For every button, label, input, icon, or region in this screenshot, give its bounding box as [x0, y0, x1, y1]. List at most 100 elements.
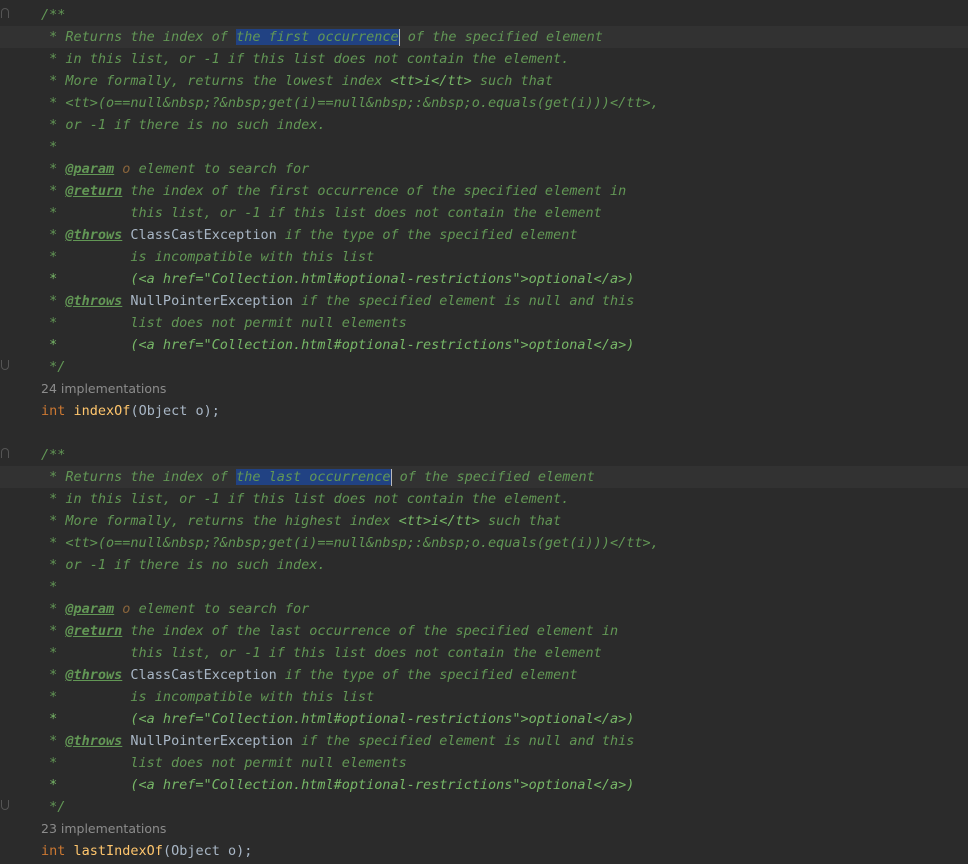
javadoc-text: the index of the last occurrence of the …	[122, 623, 619, 639]
javadoc-param-tag[interactable]: @param	[65, 161, 114, 177]
javadoc-line[interactable]: * @param o element to search for	[0, 158, 968, 180]
javadoc-line[interactable]: * this list, or -1 if this list does not…	[0, 642, 968, 664]
javadoc-text: * this list, or -1 if this list does not…	[41, 645, 602, 661]
javadoc-return-tag[interactable]: @return	[65, 183, 122, 199]
method-name[interactable]: lastIndexOf	[74, 843, 163, 859]
method-name[interactable]: indexOf	[74, 403, 131, 419]
method-signature[interactable]: int lastIndexOf(Object o);	[41, 840, 252, 862]
javadoc-text: * or -1 if there is no such index.	[41, 117, 326, 133]
javadoc-text: *	[41, 623, 66, 639]
javadoc-text: *	[41, 667, 66, 683]
method-params: (Object o);	[162, 843, 253, 859]
javadoc-line[interactable]: * Returns the index of the first occurre…	[0, 26, 968, 48]
javadoc-line[interactable]: * @return the index of the last occurren…	[0, 620, 968, 642]
javadoc-line[interactable]: * is incompatible with this list	[0, 246, 968, 268]
javadoc-throws-tag[interactable]: @throws	[65, 293, 122, 309]
javadoc-throws-tag[interactable]: @throws	[65, 667, 122, 683]
javadoc-html-link: * (<a href="Collection.html#optional-res…	[41, 711, 635, 727]
javadoc-text: if the type of the specified element	[276, 667, 578, 683]
javadoc-text: * is incompatible with this list	[41, 689, 375, 705]
exception-class-link[interactable]: ClassCastException	[122, 667, 276, 683]
javadoc-text: of the specified element	[399, 29, 603, 45]
javadoc-text: * this list, or -1 if this list does not…	[41, 205, 602, 221]
javadoc-line[interactable]: * this list, or -1 if this list does not…	[0, 202, 968, 224]
javadoc-text: such that	[471, 73, 554, 89]
javadoc-text: the index of the first occurrence of the…	[122, 183, 627, 199]
param-name: o	[114, 601, 131, 617]
javadoc-text: element to search for	[130, 161, 310, 177]
javadoc-text: *	[41, 139, 58, 155]
javadoc-line[interactable]: * in this list, or -1 if this list does …	[0, 488, 968, 510]
javadoc-line[interactable]: *	[0, 136, 968, 158]
javadoc-line[interactable]: * <tt>(o==null&nbsp;?&nbsp;get(i)==null&…	[0, 92, 968, 114]
html-tag: <tt>i</tt>	[390, 73, 472, 89]
javadoc-text: element to search for	[130, 601, 310, 617]
javadoc-line[interactable]: * @throws ClassCastException if the type…	[0, 664, 968, 686]
javadoc-line[interactable]: * @param o element to search for	[0, 598, 968, 620]
javadoc-line[interactable]: * More formally, returns the highest ind…	[0, 510, 968, 532]
javadoc-text: * in this list, or -1 if this list does …	[41, 51, 570, 67]
javadoc-line[interactable]: * (<a href="Collection.html#optional-res…	[0, 268, 968, 290]
javadoc-line[interactable]: * @throws NullPointerException if the sp…	[0, 730, 968, 752]
javadoc-line[interactable]: /**	[0, 4, 968, 26]
javadoc-line[interactable]: * @throws NullPointerException if the sp…	[0, 290, 968, 312]
javadoc-line[interactable]: /**	[0, 444, 968, 466]
javadoc-line[interactable]: * <tt>(o==null&nbsp;?&nbsp;get(i)==null&…	[0, 532, 968, 554]
method-signature[interactable]: int indexOf(Object o);	[41, 400, 220, 422]
exception-class-link[interactable]: NullPointerException	[122, 293, 293, 309]
javadoc-line[interactable]: * (<a href="Collection.html#optional-res…	[0, 334, 968, 356]
javadoc-line[interactable]: * (<a href="Collection.html#optional-res…	[0, 708, 968, 730]
exception-class-link[interactable]: NullPointerException	[122, 733, 293, 749]
javadoc-html-link: * (<a href="Collection.html#optional-res…	[41, 271, 635, 287]
javadoc-line[interactable]: * or -1 if there is no such index.	[0, 114, 968, 136]
javadoc-text: *	[41, 161, 66, 177]
javadoc-html-link: * (<a href="Collection.html#optional-res…	[41, 777, 635, 793]
javadoc-line[interactable]: * @return the index of the first occurre…	[0, 180, 968, 202]
javadoc-line[interactable]: * @throws ClassCastException if the type…	[0, 224, 968, 246]
javadoc-text: * More formally, returns the lowest inde…	[41, 73, 391, 89]
javadoc-text: of the specified element	[391, 469, 595, 485]
selected-text[interactable]: the first occurrence	[236, 29, 399, 45]
javadoc-line[interactable]: * is incompatible with this list	[0, 686, 968, 708]
javadoc-text: * list does not permit null elements	[41, 755, 407, 771]
code-editor[interactable]: /** * Returns the index of the first occ…	[0, 0, 968, 864]
javadoc-text: if the specified element is null and thi…	[292, 733, 635, 749]
implementations-hint[interactable]: 23 implementations	[41, 818, 166, 840]
implementations-hint[interactable]: 24 implementations	[41, 378, 166, 400]
javadoc-line[interactable]: * list does not permit null elements	[0, 752, 968, 774]
javadoc-text: if the type of the specified element	[276, 227, 578, 243]
javadoc-throws-tag[interactable]: @throws	[65, 733, 122, 749]
html-tag: <tt>i</tt>	[398, 513, 480, 529]
javadoc-text: if the specified element is null and thi…	[292, 293, 635, 309]
javadoc-text: *	[41, 293, 66, 309]
javadoc-text: *	[41, 579, 58, 595]
exception-class-link[interactable]: ClassCastException	[122, 227, 276, 243]
javadoc-line[interactable]: */	[0, 796, 968, 818]
param-name: o	[114, 161, 131, 177]
javadoc-throws-tag[interactable]: @throws	[65, 227, 122, 243]
selected-text[interactable]: the last occurrence	[236, 469, 391, 485]
javadoc-text: *	[41, 227, 66, 243]
javadoc-text: * Returns the index of	[41, 29, 237, 45]
javadoc-text: such that	[479, 513, 562, 529]
javadoc-return-tag[interactable]: @return	[65, 623, 122, 639]
javadoc-line[interactable]: * or -1 if there is no such index.	[0, 554, 968, 576]
javadoc-line[interactable]: * in this list, or -1 if this list does …	[0, 48, 968, 70]
javadoc-text: * <tt>(o==null&nbsp;?&nbsp;get(i)==null&…	[41, 95, 659, 111]
javadoc-text: * Returns the index of	[41, 469, 237, 485]
javadoc-text: *	[41, 183, 66, 199]
javadoc-text: * More formally, returns the highest ind…	[41, 513, 399, 529]
javadoc-line[interactable]: * Returns the index of the last occurren…	[0, 466, 968, 488]
javadoc-close: */	[41, 359, 66, 375]
javadoc-param-tag[interactable]: @param	[65, 601, 114, 617]
javadoc-text: * or -1 if there is no such index.	[41, 557, 326, 573]
javadoc-line[interactable]: * list does not permit null elements	[0, 312, 968, 334]
keyword: int	[41, 843, 66, 859]
javadoc-line[interactable]: *	[0, 576, 968, 598]
javadoc-open: /**	[41, 7, 66, 23]
javadoc-line[interactable]: * More formally, returns the lowest inde…	[0, 70, 968, 92]
javadoc-text: *	[41, 601, 66, 617]
javadoc-line[interactable]: */	[0, 356, 968, 378]
javadoc-text: * in this list, or -1 if this list does …	[41, 491, 570, 507]
javadoc-line[interactable]: * (<a href="Collection.html#optional-res…	[0, 774, 968, 796]
